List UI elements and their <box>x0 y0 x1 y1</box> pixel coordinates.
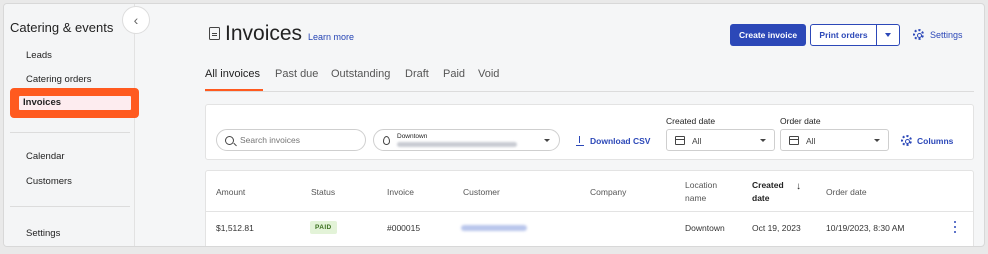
invoices-table: Amount Status Invoice Customer Company L… <box>205 170 974 246</box>
created-date-value: All <box>692 136 702 146</box>
search-icon <box>225 135 234 145</box>
tab-all-invoices[interactable]: All invoices <box>205 68 260 80</box>
sidebar-title: Catering & events <box>10 20 114 35</box>
main-content: Invoices Learn more Create invoice Print… <box>135 4 984 246</box>
settings-button[interactable]: Settings <box>913 29 963 40</box>
download-csv-label: Download CSV <box>590 136 651 146</box>
sidebar-item-catering-orders[interactable]: Catering orders <box>26 74 91 85</box>
column-header-order-date[interactable]: Order date <box>826 187 867 197</box>
cell-amount: $1,512.81 <box>216 223 254 233</box>
collapse-sidebar-button[interactable]: ‹ <box>122 6 150 34</box>
search-input[interactable] <box>240 135 350 145</box>
tabs-divider <box>205 91 974 92</box>
cell-created-date: Oct 19, 2023 <box>752 223 801 233</box>
created-date-select[interactable]: All <box>666 129 775 151</box>
calendar-icon <box>675 136 685 145</box>
tab-past-due[interactable]: Past due <box>275 68 318 80</box>
location-address-redacted <box>397 142 517 147</box>
order-date-label: Order date <box>780 116 821 126</box>
active-tab-indicator <box>205 89 263 91</box>
order-date-value: All <box>806 136 816 146</box>
status-badge: PAID <box>310 221 337 234</box>
sidebar-divider <box>10 132 130 133</box>
calendar-icon <box>789 136 799 145</box>
column-header-amount[interactable]: Amount <box>216 187 245 197</box>
cell-location: Downtown <box>685 223 725 233</box>
settings-label: Settings <box>930 29 963 40</box>
sort-descending-icon[interactable]: ↓ <box>796 181 801 192</box>
document-icon <box>209 27 220 40</box>
chevron-down-icon <box>544 139 550 142</box>
column-header-invoice[interactable]: Invoice <box>387 187 414 197</box>
column-header-status[interactable]: Status <box>311 187 335 197</box>
tab-outstanding[interactable]: Outstanding <box>331 68 390 80</box>
cell-order-date: 10/19/2023, 8:30 AM <box>826 223 905 233</box>
sidebar: Catering & events Leads Catering orders … <box>4 4 139 246</box>
sidebar-item-customers[interactable]: Customers <box>26 176 72 187</box>
cell-customer-redacted[interactable] <box>461 225 527 231</box>
cell-invoice[interactable]: #000015 <box>387 223 420 233</box>
sidebar-item-calendar[interactable]: Calendar <box>26 151 65 162</box>
location-pin-icon <box>383 136 390 145</box>
download-csv-button[interactable]: Download CSV <box>576 136 651 147</box>
chevron-down-icon <box>760 139 766 142</box>
order-date-select[interactable]: All <box>780 129 889 151</box>
created-date-label: Created date <box>666 116 716 126</box>
sidebar-item-settings[interactable]: Settings <box>26 228 60 239</box>
location-label: Downtown <box>397 133 428 140</box>
column-header-customer[interactable]: Customer <box>463 187 500 197</box>
gear-icon <box>913 29 924 40</box>
filter-bar: Downtown Download CSV Created date All O… <box>205 104 974 160</box>
columns-button[interactable]: Columns <box>901 135 953 146</box>
sidebar-item-leads[interactable]: Leads <box>26 50 52 61</box>
search-field[interactable] <box>216 129 366 151</box>
print-orders-button[interactable]: Print orders <box>811 25 877 45</box>
tab-paid[interactable]: Paid <box>443 68 465 80</box>
tab-void[interactable]: Void <box>478 68 499 80</box>
column-header-created-line2[interactable]: date <box>752 193 769 203</box>
tab-draft[interactable]: Draft <box>405 68 429 80</box>
print-orders-dropdown-button[interactable] <box>877 25 899 45</box>
column-header-location-line1[interactable]: Location <box>685 180 717 190</box>
caret-down-icon <box>885 33 891 37</box>
sidebar-item-label: Invoices <box>23 97 62 108</box>
learn-more-link[interactable]: Learn more <box>308 32 354 42</box>
header-divider <box>206 211 973 212</box>
page-title: Invoices <box>225 22 303 45</box>
sidebar-divider <box>10 206 130 207</box>
print-orders-split-button: Print orders <box>810 24 900 46</box>
column-header-company[interactable]: Company <box>590 187 626 197</box>
row-more-actions-icon[interactable] <box>954 221 957 233</box>
sidebar-item-invoices[interactable]: Invoices <box>10 88 139 118</box>
chevron-down-icon <box>874 139 880 142</box>
column-header-location-line2[interactable]: name <box>685 193 706 203</box>
download-icon <box>576 136 584 147</box>
create-invoice-button[interactable]: Create invoice <box>730 24 806 46</box>
gear-icon <box>901 135 912 146</box>
chevron-left-icon: ‹ <box>133 12 139 28</box>
columns-label: Columns <box>917 135 954 146</box>
location-select[interactable]: Downtown <box>373 129 560 151</box>
column-header-created-line1[interactable]: Created <box>752 180 784 190</box>
app-window: Catering & events Leads Catering orders … <box>4 4 984 246</box>
